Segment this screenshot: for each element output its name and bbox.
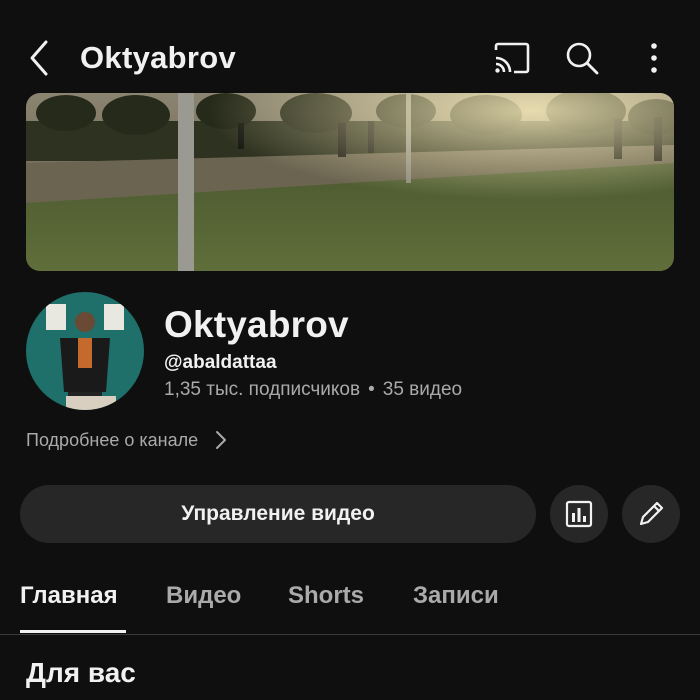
banner-image: [26, 93, 674, 271]
more-options-button[interactable]: [632, 36, 676, 80]
channel-stats: 1,35 тыс. подписчиков • 35 видео: [164, 377, 462, 403]
cast-button[interactable]: [490, 36, 534, 80]
section-title-for-you: Для вас: [26, 657, 136, 688]
search-button[interactable]: [560, 36, 604, 80]
channel-banner: [26, 93, 674, 271]
analytics-button[interactable]: [550, 485, 608, 543]
edit-channel-button[interactable]: [622, 485, 680, 543]
avatar-image: [26, 292, 144, 410]
stats-separator: •: [368, 379, 375, 400]
manage-videos-button[interactable]: Управление видео: [20, 485, 536, 543]
analytics-icon: [565, 500, 593, 528]
back-icon: [30, 40, 48, 76]
cast-icon: [494, 42, 530, 74]
page-title: Oktyabrov: [80, 40, 237, 75]
tab-home[interactable]: Главная: [20, 580, 118, 612]
channel-handle: @abaldattaa: [164, 352, 277, 373]
tab-videos[interactable]: Видео: [166, 580, 241, 612]
video-count: 35 видео: [382, 379, 463, 400]
more-about-channel-link[interactable]: Подробнее о канале: [26, 426, 228, 454]
channel-tabs: Главная Видео Shorts Записи: [0, 570, 700, 635]
edit-pencil-icon: [639, 501, 664, 526]
active-tab-indicator: [20, 630, 126, 633]
subscriber-count: 1,35 тыс. подписчиков: [164, 379, 361, 400]
more-about-label: Подробнее о канале: [26, 430, 199, 450]
tab-posts[interactable]: Записи: [413, 580, 499, 612]
search-icon: [566, 42, 599, 75]
channel-name: Oktyabrov: [164, 304, 349, 345]
chevron-right-icon: [216, 431, 227, 449]
tab-shorts[interactable]: Shorts: [288, 580, 364, 612]
back-button[interactable]: [22, 36, 58, 80]
more-vert-icon: [651, 43, 657, 73]
channel-avatar[interactable]: [26, 292, 144, 410]
